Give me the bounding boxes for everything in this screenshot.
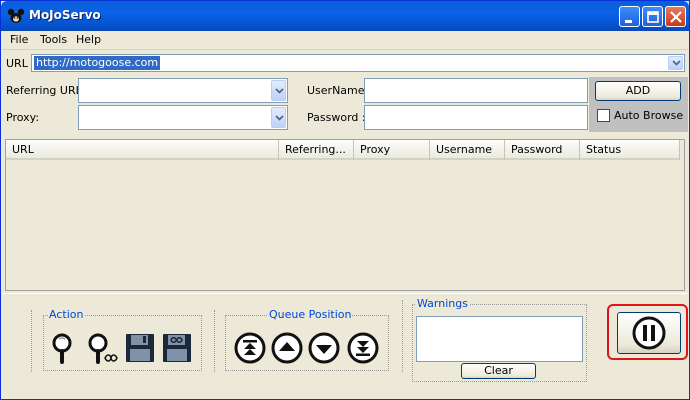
chevron-down-icon	[275, 114, 284, 121]
column-header-password[interactable]: Password	[505, 140, 580, 160]
magnifier-icon[interactable]	[49, 331, 83, 365]
url-queue-table[interactable]: URL Referring... Proxy Username Password…	[5, 139, 685, 291]
chevron-down-icon	[275, 87, 284, 94]
warnings-title: Warnings	[416, 297, 469, 310]
auto-browse-label[interactable]: Auto Browse	[614, 109, 683, 122]
menu-bar: File Tools Help	[2, 31, 688, 50]
column-header-status[interactable]: Status	[580, 140, 680, 160]
referring-url-dropdown-button[interactable]	[271, 80, 286, 101]
column-header-proxy[interactable]: Proxy	[354, 140, 430, 160]
add-panel: ADD Auto Browse	[589, 77, 688, 132]
menu-file[interactable]: File	[10, 33, 28, 46]
save-icon[interactable]	[123, 331, 157, 365]
divider	[2, 293, 688, 294]
maximize-button[interactable]	[642, 6, 663, 27]
referring-url-label: Referring URL:	[6, 84, 86, 97]
move-bottom-icon[interactable]	[346, 331, 380, 365]
toolbar-separator	[214, 310, 215, 372]
proxy-dropdown-button[interactable]	[271, 107, 286, 128]
toolbar-separator	[402, 300, 403, 372]
proxy-label: Proxy:	[6, 111, 40, 124]
username-label: UserName :	[307, 84, 372, 97]
action-group-title: Action	[48, 308, 85, 321]
title-bar[interactable]: MoJoServo	[1, 1, 689, 31]
minimize-icon	[625, 20, 632, 23]
table-header: URL Referring... Proxy Username Password…	[6, 140, 680, 160]
auto-browse-checkbox[interactable]	[597, 109, 610, 122]
add-button[interactable]: ADD	[595, 81, 681, 101]
app-logo-icon	[7, 8, 25, 23]
column-header-url[interactable]: URL	[6, 140, 279, 160]
warnings-textarea[interactable]	[416, 316, 583, 362]
main-window: MoJoServo File Tools Help URL : http://m…	[0, 0, 690, 400]
url-value: http://motogoose.com	[34, 56, 161, 70]
referring-url-combobox[interactable]	[78, 78, 288, 103]
clear-button[interactable]: Clear	[461, 363, 536, 379]
column-header-username[interactable]: Username	[430, 140, 505, 160]
close-icon	[670, 11, 682, 23]
url-combobox[interactable]: http://motogoose.com	[31, 54, 685, 72]
pause-icon	[632, 316, 666, 350]
window-title: MoJoServo	[29, 8, 101, 22]
move-top-icon[interactable]	[233, 331, 267, 365]
toolbar-separator	[31, 310, 32, 372]
pause-button[interactable]	[617, 312, 681, 354]
username-field[interactable]	[364, 78, 588, 103]
save-infinity-icon[interactable]	[160, 331, 194, 365]
minimize-button[interactable]	[619, 6, 640, 27]
menu-help[interactable]: Help	[76, 33, 101, 46]
proxy-combobox[interactable]	[78, 105, 288, 130]
password-field[interactable]	[364, 105, 588, 130]
close-button[interactable]	[665, 6, 686, 27]
column-header-referring[interactable]: Referring...	[279, 140, 354, 160]
queue-position-title: Queue Position	[268, 308, 353, 321]
password-label: Password :	[307, 111, 366, 124]
url-dropdown-button[interactable]	[668, 56, 683, 70]
move-up-icon[interactable]	[270, 331, 304, 365]
chevron-down-icon	[672, 60, 681, 66]
menu-tools[interactable]: Tools	[40, 33, 67, 46]
move-down-icon[interactable]	[307, 331, 341, 365]
maximize-icon	[647, 11, 659, 23]
magnifier-infinity-icon[interactable]	[85, 331, 119, 365]
